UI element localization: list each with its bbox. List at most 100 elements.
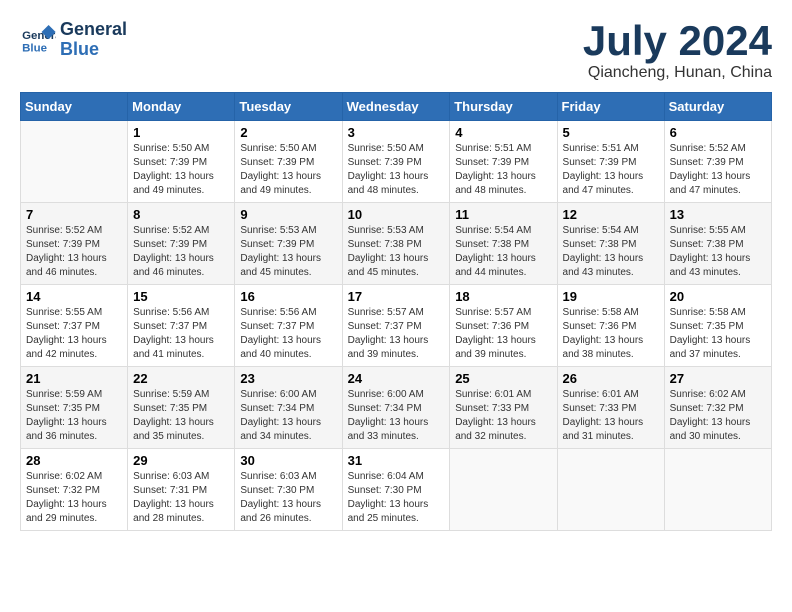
calendar-cell: 21 Sunrise: 5:59 AM Sunset: 7:35 PM Dayli…: [21, 367, 128, 449]
calendar-week-row: 28Sunrise: 6:02 AM Sunset: 7:32 PM Dayli…: [21, 449, 772, 531]
calendar-cell: 3 Sunrise: 5:50 AM Sunset: 7:39 PM Daylig…: [342, 121, 450, 203]
day-info: Sunrise: 5:50 AM Sunset: 7:39 PM Dayligh…: [240, 142, 336, 198]
calendar-week-row: 21 Sunrise: 5:59 AM Sunset: 7:35 PM Dayli…: [21, 367, 772, 449]
day-number: 26: [563, 371, 659, 386]
day-number: 5: [563, 125, 659, 140]
day-number: 13: [670, 207, 766, 222]
day-info: Sunrise: 5:56 AM Sunset: 7:37 PM Dayligh…: [240, 306, 336, 362]
logo: General Blue General Blue: [20, 20, 127, 60]
calendar-cell: 10 Sunrise: 5:53 AM Sunset: 7:38 PM Dayli…: [342, 203, 450, 285]
day-info: Sunrise: 5:55 AM Sunset: 7:37 PM Dayligh…: [26, 306, 122, 362]
day-info: Sunrise: 5:59 AM Sunset: 7:35 PM Dayligh…: [133, 388, 229, 444]
calendar-week-row: 7 Sunrise: 5:52 AM Sunset: 7:39 PM Daylig…: [21, 203, 772, 285]
day-info: Sunrise: 5:52 AM Sunset: 7:39 PM Dayligh…: [133, 224, 229, 280]
day-info: Sunrise: 5:53 AM Sunset: 7:38 PM Dayligh…: [348, 224, 445, 280]
calendar-cell: 20 Sunrise: 5:58 AM Sunset: 7:35 PM Dayli…: [664, 285, 771, 367]
day-info: Sunrise: 6:04 AM Sunset: 7:30 PM Dayligh…: [348, 470, 445, 526]
day-number: 1: [133, 125, 229, 140]
calendar-cell: 14 Sunrise: 5:55 AM Sunset: 7:37 PM Dayli…: [21, 285, 128, 367]
calendar-cell: 5Sunrise: 5:51 AM Sunset: 7:39 PM Daylig…: [557, 121, 664, 203]
day-number: 19: [563, 289, 659, 304]
day-info: Sunrise: 5:57 AM Sunset: 7:36 PM Dayligh…: [455, 306, 551, 362]
calendar-cell: 8 Sunrise: 5:52 AM Sunset: 7:39 PM Daylig…: [128, 203, 235, 285]
day-info: Sunrise: 5:50 AM Sunset: 7:39 PM Dayligh…: [348, 142, 445, 198]
day-number: 30: [240, 453, 336, 468]
day-number: 24: [348, 371, 445, 386]
logo-text-line2: Blue: [60, 40, 127, 60]
weekday-header-sunday: Sunday: [21, 93, 128, 121]
day-number: 6: [670, 125, 766, 140]
calendar-cell: 13 Sunrise: 5:55 AM Sunset: 7:38 PM Dayli…: [664, 203, 771, 285]
day-info: Sunrise: 5:53 AM Sunset: 7:39 PM Dayligh…: [240, 224, 336, 280]
calendar-cell: 1 Sunrise: 5:50 AM Sunset: 7:39 PM Daylig…: [128, 121, 235, 203]
day-info: Sunrise: 5:54 AM Sunset: 7:38 PM Dayligh…: [455, 224, 551, 280]
day-number: 3: [348, 125, 445, 140]
svg-text:Blue: Blue: [22, 42, 47, 54]
day-number: 11: [455, 207, 551, 222]
day-number: 17: [348, 289, 445, 304]
calendar-cell: 17Sunrise: 5:57 AM Sunset: 7:37 PM Dayli…: [342, 285, 450, 367]
calendar-cell: [21, 121, 128, 203]
day-number: 20: [670, 289, 766, 304]
calendar-week-row: 14 Sunrise: 5:55 AM Sunset: 7:37 PM Dayli…: [21, 285, 772, 367]
day-info: Sunrise: 6:01 AM Sunset: 7:33 PM Dayligh…: [563, 388, 659, 444]
day-number: 2: [240, 125, 336, 140]
location-text: Qiancheng, Hunan, China: [583, 64, 772, 82]
calendar-cell: 27 Sunrise: 6:02 AM Sunset: 7:32 PM Dayli…: [664, 367, 771, 449]
day-number: 27: [670, 371, 766, 386]
weekday-header-monday: Monday: [128, 93, 235, 121]
day-info: Sunrise: 5:54 AM Sunset: 7:38 PM Dayligh…: [563, 224, 659, 280]
calendar-week-row: 1 Sunrise: 5:50 AM Sunset: 7:39 PM Daylig…: [21, 121, 772, 203]
calendar-cell: 4 Sunrise: 5:51 AM Sunset: 7:39 PM Daylig…: [450, 121, 557, 203]
calendar-cell: 22Sunrise: 5:59 AM Sunset: 7:35 PM Dayli…: [128, 367, 235, 449]
day-number: 14: [26, 289, 122, 304]
logo-text-line1: General: [60, 20, 127, 40]
calendar-cell: 31Sunrise: 6:04 AM Sunset: 7:30 PM Dayli…: [342, 449, 450, 531]
day-info: Sunrise: 6:02 AM Sunset: 7:32 PM Dayligh…: [670, 388, 766, 444]
day-number: 12: [563, 207, 659, 222]
calendar-cell: 19 Sunrise: 5:58 AM Sunset: 7:36 PM Dayli…: [557, 285, 664, 367]
month-title: July 2024: [583, 20, 772, 62]
calendar-cell: 23Sunrise: 6:00 AM Sunset: 7:34 PM Dayli…: [235, 367, 342, 449]
day-number: 15: [133, 289, 229, 304]
calendar-cell: [450, 449, 557, 531]
calendar-cell: [664, 449, 771, 531]
day-number: 18: [455, 289, 551, 304]
calendar-table: SundayMondayTuesdayWednesdayThursdayFrid…: [20, 92, 772, 531]
day-info: Sunrise: 6:03 AM Sunset: 7:30 PM Dayligh…: [240, 470, 336, 526]
day-number: 10: [348, 207, 445, 222]
weekday-header-thursday: Thursday: [450, 93, 557, 121]
day-info: Sunrise: 5:58 AM Sunset: 7:36 PM Dayligh…: [563, 306, 659, 362]
calendar-cell: 6 Sunrise: 5:52 AM Sunset: 7:39 PM Daylig…: [664, 121, 771, 203]
calendar-cell: 30 Sunrise: 6:03 AM Sunset: 7:30 PM Dayli…: [235, 449, 342, 531]
day-number: 4: [455, 125, 551, 140]
day-number: 8: [133, 207, 229, 222]
calendar-cell: 25Sunrise: 6:01 AM Sunset: 7:33 PM Dayli…: [450, 367, 557, 449]
day-info: Sunrise: 5:59 AM Sunset: 7:35 PM Dayligh…: [26, 388, 122, 444]
day-info: Sunrise: 5:56 AM Sunset: 7:37 PM Dayligh…: [133, 306, 229, 362]
day-info: Sunrise: 6:02 AM Sunset: 7:32 PM Dayligh…: [26, 470, 122, 526]
day-info: Sunrise: 5:52 AM Sunset: 7:39 PM Dayligh…: [26, 224, 122, 280]
weekday-header-wednesday: Wednesday: [342, 93, 450, 121]
calendar-cell: 15 Sunrise: 5:56 AM Sunset: 7:37 PM Dayli…: [128, 285, 235, 367]
day-number: 7: [26, 207, 122, 222]
day-info: Sunrise: 5:58 AM Sunset: 7:35 PM Dayligh…: [670, 306, 766, 362]
day-number: 16: [240, 289, 336, 304]
weekday-header-tuesday: Tuesday: [235, 93, 342, 121]
day-info: Sunrise: 5:50 AM Sunset: 7:39 PM Dayligh…: [133, 142, 229, 198]
calendar-cell: 16 Sunrise: 5:56 AM Sunset: 7:37 PM Dayli…: [235, 285, 342, 367]
calendar-cell: 11 Sunrise: 5:54 AM Sunset: 7:38 PM Dayli…: [450, 203, 557, 285]
weekday-header-row: SundayMondayTuesdayWednesdayThursdayFrid…: [21, 93, 772, 121]
day-info: Sunrise: 5:51 AM Sunset: 7:39 PM Dayligh…: [455, 142, 551, 198]
day-info: Sunrise: 6:00 AM Sunset: 7:34 PM Dayligh…: [240, 388, 336, 444]
day-info: Sunrise: 5:52 AM Sunset: 7:39 PM Dayligh…: [670, 142, 766, 198]
day-info: Sunrise: 6:03 AM Sunset: 7:31 PM Dayligh…: [133, 470, 229, 526]
day-info: Sunrise: 6:00 AM Sunset: 7:34 PM Dayligh…: [348, 388, 445, 444]
calendar-cell: 12 Sunrise: 5:54 AM Sunset: 7:38 PM Dayli…: [557, 203, 664, 285]
day-info: Sunrise: 5:55 AM Sunset: 7:38 PM Dayligh…: [670, 224, 766, 280]
day-number: 21: [26, 371, 122, 386]
weekday-header-saturday: Saturday: [664, 93, 771, 121]
day-number: 9: [240, 207, 336, 222]
calendar-cell: 28Sunrise: 6:02 AM Sunset: 7:32 PM Dayli…: [21, 449, 128, 531]
day-info: Sunrise: 6:01 AM Sunset: 7:33 PM Dayligh…: [455, 388, 551, 444]
